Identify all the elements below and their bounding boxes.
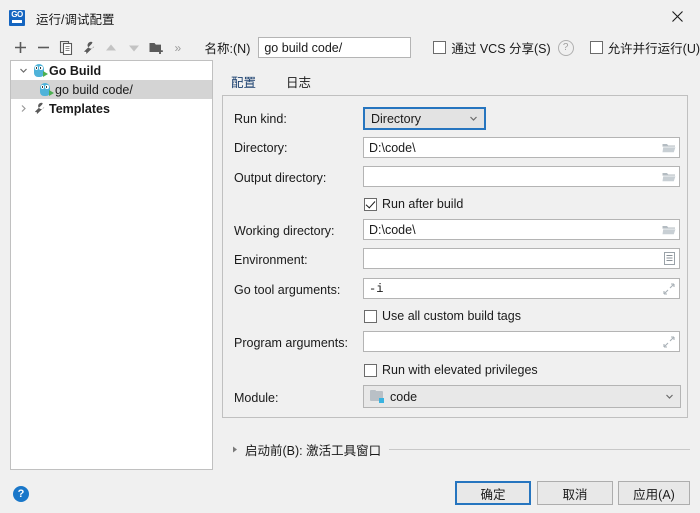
chevron-down-icon[interactable]	[662, 392, 676, 401]
module-combobox[interactable]: code	[363, 385, 681, 408]
working-directory-folder-icon[interactable]	[660, 220, 678, 239]
working-directory-input[interactable]	[363, 219, 680, 240]
run-with-elevated-privileges-label: Run with elevated privileges	[382, 363, 538, 377]
use-all-custom-build-tags-label: Use all custom build tags	[382, 309, 521, 323]
gopher-icon	[31, 63, 48, 79]
run-kind-combobox[interactable]: Directory	[363, 107, 486, 130]
title-bar: GO 运行/调试配置	[0, 0, 700, 36]
before-launch-section[interactable]: 启动前(B): 激活工具窗口	[228, 440, 690, 459]
toolbar: » 名称:(N) 通过 VCS 分享(S) ? 允许并行运行(U)	[0, 33, 700, 62]
configurations-tree[interactable]: Go Build go build code/ Templates	[10, 60, 213, 470]
run-after-build-checkbox-box[interactable]	[364, 197, 377, 211]
edit-templates-wrench-icon[interactable]	[78, 36, 99, 60]
module-label: Module:	[234, 391, 279, 405]
allow-parallel-checkbox[interactable]: 允许并行运行(U)	[589, 38, 700, 57]
program-arguments-label: Program arguments:	[234, 336, 348, 350]
output-directory-label: Output directory:	[234, 171, 327, 185]
go-tool-arguments-expand-icon[interactable]	[660, 279, 678, 298]
share-vcs-help-icon[interactable]: ?	[557, 39, 574, 56]
program-arguments-input[interactable]	[363, 331, 680, 352]
output-directory-input[interactable]	[363, 166, 680, 187]
tab-configuration[interactable]: 配置	[223, 68, 264, 99]
chevron-down-icon[interactable]	[466, 114, 480, 123]
add-icon[interactable]	[10, 36, 31, 60]
goland-icon: GO	[9, 10, 25, 26]
working-directory-label: Working directory:	[234, 224, 335, 238]
share-vcs-checkbox[interactable]: 通过 VCS 分享(S) ?	[433, 38, 574, 57]
close-icon[interactable]	[654, 0, 700, 32]
share-vcs-label: 通过 VCS 分享(S)	[451, 42, 551, 56]
module-folder-icon	[370, 390, 384, 403]
tree-item-label: Templates	[49, 101, 110, 116]
chevron-down-icon[interactable]	[15, 63, 31, 79]
help-icon[interactable]: ?	[13, 486, 29, 502]
directory-label: Directory:	[234, 141, 288, 155]
ok-button[interactable]: 确定	[455, 481, 531, 505]
move-down-icon[interactable]	[124, 36, 145, 60]
tab-logs[interactable]: 日志	[283, 68, 314, 97]
apply-button[interactable]: 应用(A)	[618, 481, 690, 505]
environment-input[interactable]	[363, 248, 680, 269]
gopher-icon	[37, 82, 54, 98]
more-icon[interactable]: »	[169, 36, 186, 60]
environment-label: Environment:	[234, 253, 308, 267]
chevron-right-icon[interactable]	[15, 101, 31, 117]
remove-icon[interactable]	[33, 36, 54, 60]
module-value: code	[390, 389, 418, 404]
chevron-right-icon[interactable]	[228, 443, 242, 457]
copy-icon[interactable]	[56, 36, 77, 60]
run-with-elevated-privileges-checkbox[interactable]: Run with elevated privileges	[364, 361, 538, 379]
name-input[interactable]	[258, 37, 412, 58]
run-after-build-checkbox[interactable]: Run after build	[364, 195, 463, 213]
allow-parallel-label: 允许并行运行(U)	[607, 42, 700, 56]
run-after-build-label: Run after build	[382, 197, 464, 211]
go-tool-arguments-label: Go tool arguments:	[234, 283, 341, 297]
environment-list-icon[interactable]	[660, 249, 678, 268]
new-folder-icon[interactable]	[147, 36, 168, 60]
use-all-custom-build-tags-checkbox[interactable]: Use all custom build tags	[364, 307, 521, 325]
cancel-button[interactable]: 取消	[537, 481, 613, 505]
directory-folder-icon[interactable]	[660, 138, 678, 157]
run-kind-label: Run kind:	[234, 112, 287, 126]
wrench-icon	[31, 101, 47, 117]
name-label: 名称:(N)	[204, 42, 251, 56]
goland-icon-bar	[12, 20, 22, 23]
window-title: 运行/调试配置	[36, 12, 115, 27]
run-kind-value: Directory	[371, 111, 422, 126]
go-tool-arguments-input[interactable]	[363, 278, 680, 299]
directory-input[interactable]	[363, 137, 680, 158]
allow-parallel-checkbox-box[interactable]	[589, 41, 603, 54]
tree-item-templates[interactable]: Templates	[11, 99, 212, 118]
tree-item-label: Go Build	[49, 63, 102, 78]
move-up-icon[interactable]	[101, 36, 122, 60]
share-vcs-checkbox-box[interactable]	[433, 41, 447, 54]
tree-item-label: go build code/	[55, 82, 133, 97]
before-launch-label: 启动前(B): 激活工具窗口	[245, 444, 382, 458]
run-with-elevated-privileges-checkbox-box[interactable]	[364, 363, 377, 377]
tab-bar: 配置 日志	[223, 68, 338, 99]
output-directory-folder-icon[interactable]	[660, 167, 678, 186]
program-arguments-expand-icon[interactable]	[660, 332, 678, 351]
tree-item-go-build-code[interactable]: go build code/	[11, 80, 212, 99]
use-all-custom-build-tags-checkbox-box[interactable]	[364, 309, 377, 323]
goland-icon-letters: GO	[11, 10, 23, 19]
before-launch-divider	[389, 449, 690, 450]
tree-item-go-build[interactable]: Go Build	[11, 61, 212, 80]
